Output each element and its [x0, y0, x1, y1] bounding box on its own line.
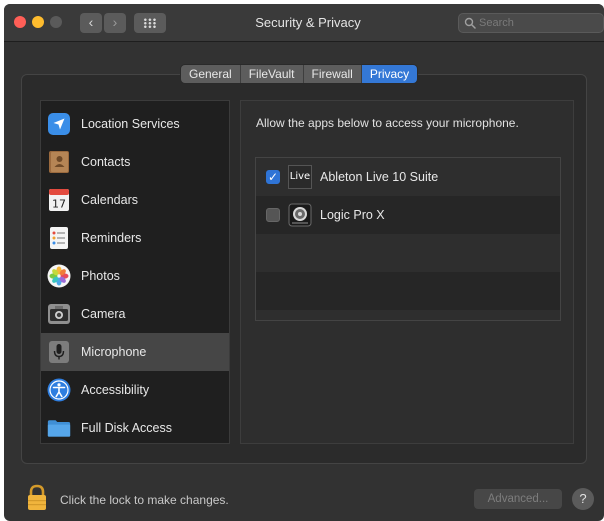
ableton-live-icon: Live [288, 165, 312, 189]
lock-icon[interactable] [25, 484, 49, 512]
zoom-window-button[interactable] [50, 16, 62, 28]
privacy-category-list: Location Services Contacts 17 Calendars … [40, 100, 230, 444]
minimize-window-button[interactable] [32, 16, 44, 28]
microphone-permissions-pane: Allow the apps below to access your micr… [240, 100, 574, 444]
app-name: Logic Pro X [320, 208, 385, 222]
tab-privacy[interactable]: Privacy [361, 65, 418, 83]
sidebar-item-label: Calendars [81, 193, 138, 207]
camera-icon [47, 302, 71, 326]
logic-pro-icon [288, 203, 312, 227]
sidebar-item-label: Reminders [81, 231, 142, 245]
sidebar-item-label: Camera [81, 307, 126, 321]
app-permission-list: ✓ Live Ableton Live 10 Suite Logic Pro X [255, 157, 561, 321]
sidebar-item-label: Location Services [81, 117, 180, 131]
sidebar-item-camera[interactable]: Camera [41, 295, 229, 333]
search-input[interactable] [479, 15, 599, 31]
tab-firewall[interactable]: Firewall [303, 65, 362, 83]
sidebar-item-label: Photos [81, 269, 120, 283]
preferences-window: ‹ › Security & Privacy General FileVault… [4, 4, 604, 521]
contacts-book-icon [47, 150, 71, 174]
sidebar-item-reminders[interactable]: Reminders [41, 219, 229, 257]
microphone-icon [47, 340, 71, 364]
sidebar-item-label: Microphone [81, 345, 147, 359]
svg-text:17: 17 [52, 198, 66, 211]
sidebar-item-contacts[interactable]: Contacts [41, 143, 229, 181]
empty-list-row [256, 272, 560, 310]
back-button[interactable]: ‹ [80, 13, 102, 33]
advanced-button[interactable]: Advanced... [474, 489, 562, 509]
lock-instruction-text: Click the lock to make changes. [60, 493, 229, 507]
sidebar-item-location-services[interactable]: Location Services [41, 105, 229, 143]
calendar-icon: 17 [47, 188, 71, 212]
empty-list-row [256, 310, 560, 320]
checkmark-icon: ✓ [268, 170, 279, 184]
list-item[interactable]: ✓ Live Ableton Live 10 Suite [256, 158, 560, 196]
grid-icon [143, 18, 157, 28]
sidebar-item-microphone[interactable]: Microphone [41, 333, 229, 371]
location-arrow-icon [47, 112, 71, 136]
sidebar-item-label: Contacts [81, 155, 131, 169]
window-title: Security & Privacy [255, 15, 361, 30]
chevron-right-icon: › [112, 14, 118, 30]
sidebar-item-accessibility[interactable]: Accessibility [41, 371, 229, 409]
app-permission-checkbox[interactable] [266, 208, 280, 222]
reminders-list-icon [47, 226, 71, 250]
photos-flower-icon [47, 264, 71, 288]
app-permission-checkbox[interactable]: ✓ [266, 170, 280, 184]
sidebar-item-label: Accessibility [81, 383, 150, 397]
close-window-button[interactable] [14, 16, 26, 28]
sidebar-item-full-disk-access[interactable]: Full Disk Access [41, 409, 229, 447]
app-name: Ableton Live 10 Suite [320, 170, 439, 184]
help-button[interactable]: ? [572, 488, 594, 510]
list-item[interactable]: Logic Pro X [256, 196, 560, 234]
sidebar-item-label: Full Disk Access [81, 421, 172, 435]
title-bar: ‹ › Security & Privacy [4, 4, 604, 42]
pane-description: Allow the apps below to access your micr… [256, 116, 519, 130]
sidebar-item-calendars[interactable]: 17 Calendars [41, 181, 229, 219]
tab-filevault[interactable]: FileVault [240, 65, 304, 83]
chevron-left-icon: ‹ [88, 14, 94, 30]
search-icon [464, 17, 476, 29]
forward-button[interactable]: › [104, 13, 126, 33]
segmented-tabs: General FileVault Firewall Privacy [180, 64, 419, 84]
tab-general[interactable]: General [181, 65, 241, 83]
sidebar-item-photos[interactable]: Photos [41, 257, 229, 295]
folder-icon [47, 416, 71, 440]
empty-list-row [256, 234, 560, 272]
show-all-button[interactable] [134, 13, 166, 33]
search-field[interactable] [458, 13, 604, 33]
accessibility-icon [47, 378, 71, 402]
